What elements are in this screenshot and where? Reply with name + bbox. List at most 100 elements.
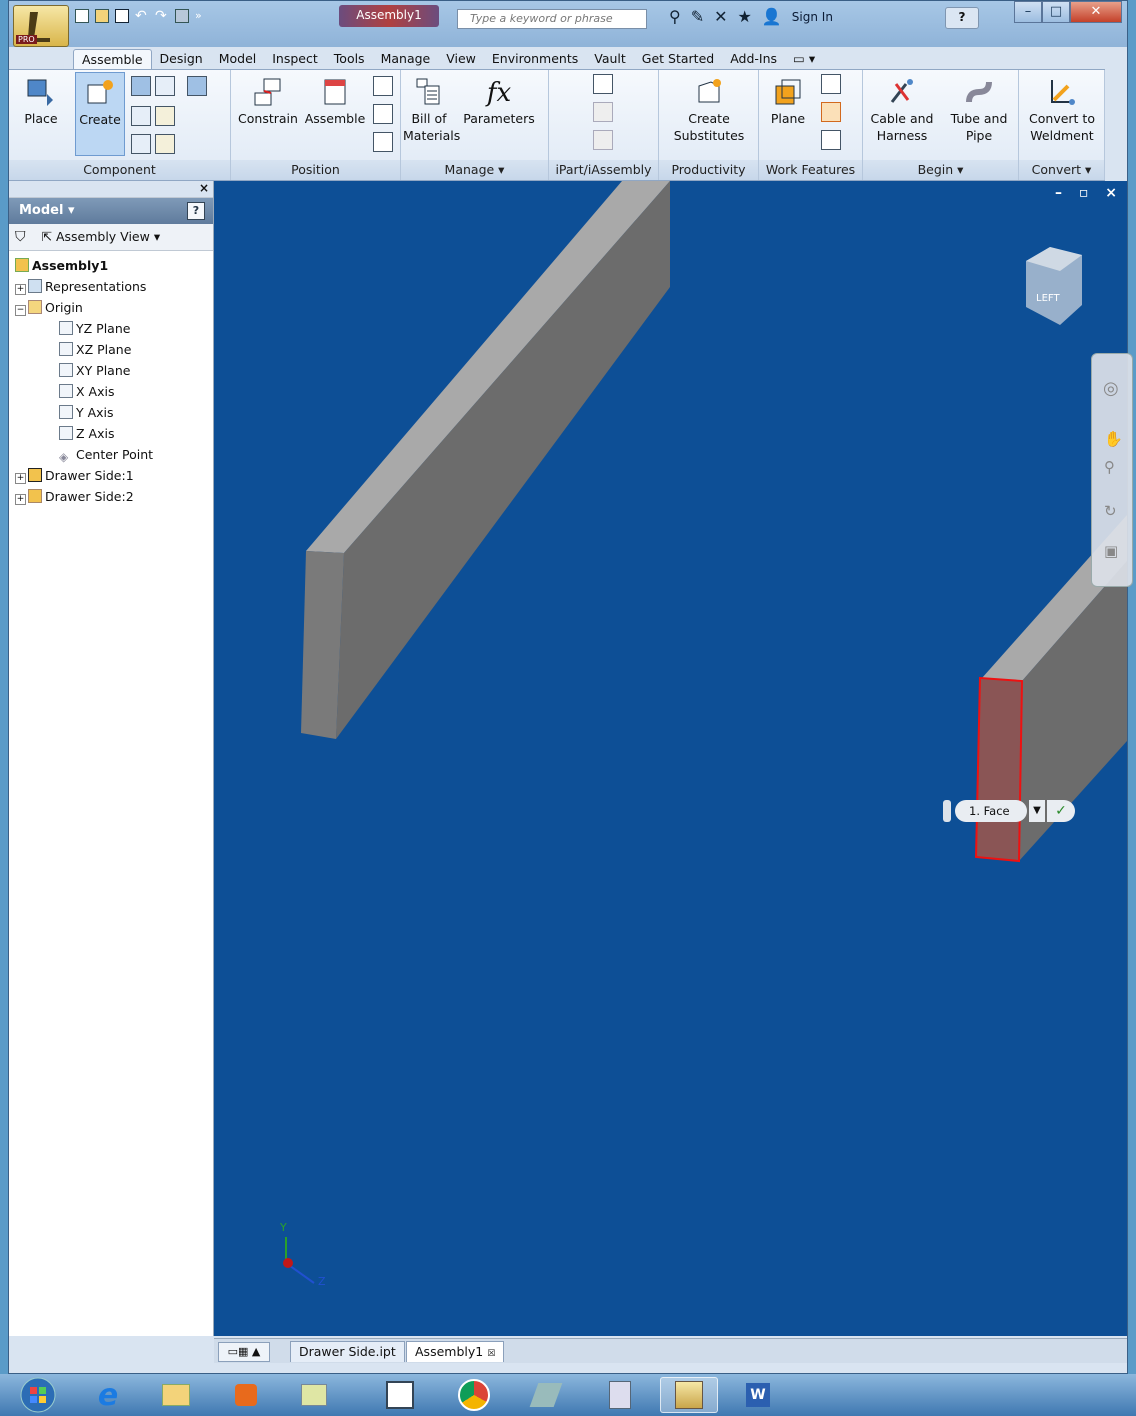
assemble-button[interactable]: Assemble bbox=[303, 76, 367, 128]
tab-tools[interactable]: Tools bbox=[326, 49, 373, 69]
tab-add-ins[interactable]: Add-Ins bbox=[722, 49, 785, 69]
word-icon[interactable]: W bbox=[740, 1378, 776, 1412]
constrain-button[interactable]: Constrain bbox=[235, 76, 301, 128]
selected-face[interactable] bbox=[974, 676, 1024, 863]
expand-icon[interactable]: + bbox=[15, 473, 26, 484]
calculator-icon[interactable] bbox=[602, 1378, 638, 1412]
axis-icon[interactable] bbox=[821, 74, 841, 94]
sign-in-link[interactable]: Sign In bbox=[792, 10, 833, 24]
inventor-taskbar-icon[interactable] bbox=[660, 1377, 718, 1413]
maximize-button[interactable]: □ bbox=[1042, 1, 1070, 23]
tile-windows-icon[interactable]: ▭▦ ▲ bbox=[218, 1342, 270, 1362]
assembly-view-dropdown[interactable]: ⇱ Assembly View ▾ bbox=[41, 229, 160, 244]
tools-icon[interactable]: ✎ bbox=[691, 7, 704, 26]
work-point-icon[interactable] bbox=[821, 102, 841, 122]
tab-environments[interactable]: Environments bbox=[484, 49, 586, 69]
cable-harness-button[interactable]: Cable and Harness bbox=[865, 76, 939, 144]
tab-get-started[interactable]: Get Started bbox=[634, 49, 722, 69]
start-button[interactable] bbox=[16, 1377, 60, 1413]
collapse-icon[interactable]: − bbox=[15, 305, 26, 316]
tree-node-representations[interactable]: + Representations bbox=[9, 276, 213, 297]
tab-assemble[interactable]: Assemble bbox=[73, 49, 152, 69]
sticky-notes-icon[interactable] bbox=[296, 1378, 332, 1412]
ucs-icon[interactable] bbox=[821, 130, 841, 150]
tree-node-center-point[interactable]: ◈ Center Point bbox=[9, 444, 213, 465]
browser-help-icon[interactable]: ? bbox=[187, 202, 205, 220]
pan-icon[interactable]: ✋ bbox=[1104, 430, 1123, 448]
viewcube[interactable]: LEFT bbox=[1014, 241, 1090, 331]
create-ipart-icon[interactable] bbox=[593, 74, 613, 94]
save-icon[interactable] bbox=[115, 9, 129, 23]
tab-design[interactable]: Design bbox=[152, 49, 211, 69]
panel-work-features-label[interactable]: Work Features bbox=[759, 160, 862, 180]
plane-button[interactable]: Plane bbox=[763, 76, 813, 128]
steering-wheel-icon[interactable]: ◎ bbox=[1103, 378, 1119, 399]
chrome-icon[interactable] bbox=[456, 1378, 492, 1412]
tree-node-assembly1[interactable]: Assembly1 bbox=[9, 255, 213, 276]
tree-node-z-axis[interactable]: Z Axis bbox=[9, 423, 213, 444]
create-button[interactable]: Create bbox=[75, 72, 125, 156]
grid-pattern-icon[interactable] bbox=[131, 106, 151, 126]
graphics-viewport[interactable]: – ▫ × LEFT Y Z bbox=[214, 181, 1127, 1336]
panel-manage-label[interactable]: Manage ▾ bbox=[401, 160, 548, 180]
file-explorer-icon[interactable] bbox=[158, 1378, 194, 1412]
panel-position-label[interactable]: Position bbox=[231, 160, 400, 180]
parameters-button[interactable]: fx Parameters bbox=[457, 76, 541, 128]
rotate-icon[interactable] bbox=[373, 132, 393, 152]
tree-node-xy-plane[interactable]: XY Plane bbox=[9, 360, 213, 381]
subscription-icon[interactable]: ✕ bbox=[714, 7, 727, 26]
tab-inspect[interactable]: Inspect bbox=[264, 49, 326, 69]
tube-pipe-button[interactable]: Tube and Pipe bbox=[943, 76, 1015, 144]
document-window-controls[interactable]: – ▫ × bbox=[1055, 185, 1123, 201]
tab-vault[interactable]: Vault bbox=[586, 49, 634, 69]
orbit-icon[interactable]: ↻ bbox=[1104, 502, 1117, 520]
help-button[interactable]: ? bbox=[945, 7, 979, 29]
appearance-icon[interactable] bbox=[175, 9, 189, 23]
redo-icon[interactable]: ↷ bbox=[155, 9, 169, 23]
zoom-icon[interactable]: ⚲ bbox=[1104, 458, 1115, 476]
new-icon[interactable] bbox=[75, 9, 89, 23]
shrinkwrap-icon[interactable] bbox=[131, 134, 151, 154]
doc-tab-drawer-side[interactable]: Drawer Side.ipt bbox=[290, 1341, 405, 1362]
browser-title-dropdown[interactable]: Model ▾ bbox=[19, 203, 75, 218]
favorites-star-icon[interactable]: ★ bbox=[738, 7, 752, 26]
pen-tool-icon[interactable] bbox=[528, 1378, 564, 1412]
search-input[interactable]: Type a keyword or phrase bbox=[457, 9, 647, 29]
internet-explorer-icon[interactable]: e bbox=[90, 1378, 126, 1413]
grip-icon[interactable] bbox=[943, 800, 951, 822]
browser-close-icon[interactable]: × bbox=[199, 181, 209, 195]
tree-node-yz-plane[interactable]: YZ Plane bbox=[9, 318, 213, 339]
panel-ipart-label[interactable]: iPart/iAssembly bbox=[549, 160, 658, 180]
tab-model[interactable]: Model bbox=[211, 49, 265, 69]
close-button[interactable]: ✕ bbox=[1070, 1, 1122, 23]
apply-check-icon[interactable]: ✓ bbox=[1047, 800, 1075, 822]
panel-productivity-label[interactable]: Productivity bbox=[659, 160, 758, 180]
free-move-icon[interactable] bbox=[373, 76, 393, 96]
create-substitutes-button[interactable]: Create Substitutes bbox=[663, 76, 755, 144]
media-player-icon[interactable] bbox=[228, 1378, 264, 1412]
window-switcher-icon[interactable] bbox=[382, 1378, 418, 1412]
tree-node-origin[interactable]: − Origin bbox=[9, 297, 213, 318]
mirror-icon[interactable] bbox=[155, 76, 175, 96]
qat-more-icon[interactable]: » bbox=[195, 9, 209, 23]
binoculars-icon[interactable]: ⚲ bbox=[669, 7, 681, 26]
drawer-side-1-body[interactable] bbox=[301, 181, 670, 739]
tree-node-drawer-side-1[interactable]: + Drawer Side:1 bbox=[9, 465, 213, 486]
filter-icon[interactable]: ⛉ bbox=[15, 229, 26, 245]
undo-icon[interactable]: ↶ bbox=[135, 9, 149, 23]
copy-icon[interactable] bbox=[187, 76, 207, 96]
tree-node-drawer-side-2[interactable]: + Drawer Side:2 bbox=[9, 486, 213, 507]
bill-of-materials-button[interactable]: Bill of Materials bbox=[403, 76, 460, 144]
grip-snap-icon[interactable] bbox=[155, 134, 175, 154]
convert-weldment-button[interactable]: Convert to Weldment bbox=[1021, 76, 1103, 144]
ribbon-display-toggle[interactable]: ▭ ▾ bbox=[785, 49, 823, 69]
close-tab-icon[interactable]: ☒ bbox=[487, 1349, 495, 1359]
look-at-icon[interactable]: ▣ bbox=[1104, 542, 1118, 560]
expand-icon[interactable]: + bbox=[15, 284, 26, 295]
panel-convert-label[interactable]: Convert ▾ bbox=[1019, 160, 1104, 180]
substitute-icon[interactable] bbox=[155, 106, 175, 126]
tree-node-y-axis[interactable]: Y Axis bbox=[9, 402, 213, 423]
panel-component-label[interactable]: Component bbox=[9, 160, 230, 180]
tab-view[interactable]: View bbox=[438, 49, 484, 69]
tab-manage[interactable]: Manage bbox=[373, 49, 439, 69]
